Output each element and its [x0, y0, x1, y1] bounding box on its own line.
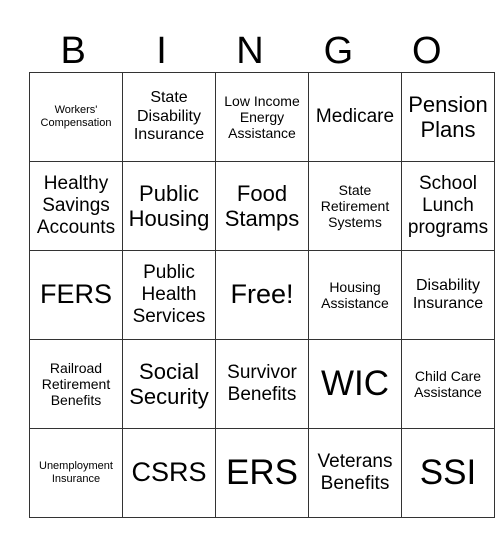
grid-row: Unemployment Insurance CSRS ERS Veterans… — [29, 428, 495, 518]
bingo-cell[interactable]: Medicare — [308, 72, 402, 162]
bingo-cell[interactable]: Survivor Benefits — [215, 339, 309, 429]
bingo-header: B I N G O — [29, 30, 471, 72]
grid-row: Healthy Savings Accounts Public Housing … — [29, 161, 495, 251]
bingo-cell[interactable]: SSI — [401, 428, 495, 518]
bingo-cell[interactable]: Low Income Energy Assistance — [215, 72, 309, 162]
bingo-cell[interactable]: Workers' Compensation — [29, 72, 123, 162]
bingo-cell[interactable]: Pension Plans — [401, 72, 495, 162]
bingo-cell[interactable]: WIC — [308, 339, 402, 429]
header-letter-i: I — [156, 30, 167, 72]
bingo-cell[interactable]: Unemployment Insurance — [29, 428, 123, 518]
bingo-cell[interactable]: Child Care Assistance — [401, 339, 495, 429]
bingo-cell[interactable]: Food Stamps — [215, 161, 309, 251]
header-letter-b: B — [60, 30, 86, 72]
bingo-grid: Workers' Compensation State Disability I… — [29, 72, 495, 518]
free-space-cell[interactable]: Free! — [215, 250, 309, 340]
bingo-cell[interactable]: Public Housing — [122, 161, 216, 251]
grid-row: FERS Public Health Services Free! Housin… — [29, 250, 495, 340]
grid-row: Workers' Compensation State Disability I… — [29, 72, 495, 162]
bingo-cell[interactable]: Public Health Services — [122, 250, 216, 340]
bingo-cell[interactable]: State Disability Insurance — [122, 72, 216, 162]
header-letter-o: O — [411, 30, 442, 72]
bingo-cell[interactable]: Railroad Retirement Benefits — [29, 339, 123, 429]
bingo-cell[interactable]: Housing Assistance — [308, 250, 402, 340]
bingo-cell[interactable]: Social Security — [122, 339, 216, 429]
bingo-cell[interactable]: CSRS — [122, 428, 216, 518]
bingo-cell[interactable]: Veterans Benefits — [308, 428, 402, 518]
header-letter-n: N — [236, 30, 264, 72]
bingo-cell[interactable]: ERS — [215, 428, 309, 518]
header-letter-g: G — [323, 30, 354, 72]
grid-row: Railroad Retirement Benefits Social Secu… — [29, 339, 495, 429]
bingo-cell[interactable]: FERS — [29, 250, 123, 340]
bingo-cell[interactable]: School Lunch programs — [401, 161, 495, 251]
bingo-cell[interactable]: Healthy Savings Accounts — [29, 161, 123, 251]
bingo-cell[interactable]: State Retirement Systems — [308, 161, 402, 251]
bingo-cell[interactable]: Disability Insurance — [401, 250, 495, 340]
